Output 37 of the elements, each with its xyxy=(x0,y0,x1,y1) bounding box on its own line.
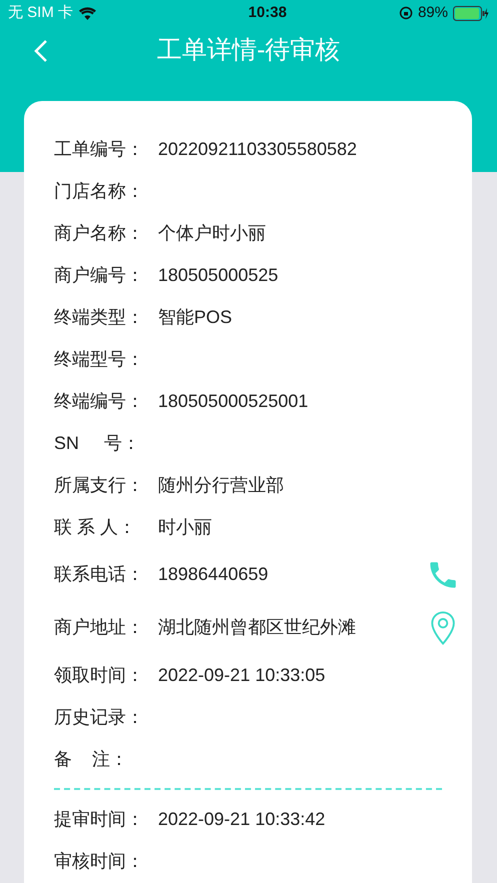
field-label: 联 系 人： xyxy=(54,516,138,538)
page-title: 工单详情-待审核 xyxy=(156,35,340,66)
field-label: 所属支行： xyxy=(54,474,145,496)
field-label: 终端类型： xyxy=(54,306,145,328)
field-label: 历史记录： xyxy=(54,706,145,728)
back-icon[interactable] xyxy=(34,39,48,63)
wifi-icon xyxy=(79,6,96,20)
clock-time: 10:38 xyxy=(248,2,287,23)
field-value: 20220921103305580582 xyxy=(158,138,358,160)
field-value: 2022-09-21 10:33:05 xyxy=(158,664,326,686)
field-value: 个体户时小丽 xyxy=(158,222,267,244)
field-value: 18986440659 xyxy=(158,563,270,586)
field-label: 商户编号： xyxy=(54,264,145,286)
field-label: 联系电话： xyxy=(54,563,145,586)
field-value: 湖北随州曾都区世纪外滩 xyxy=(158,616,357,639)
field-value: 180505000525 xyxy=(158,264,280,286)
field-label: 商户名称： xyxy=(54,222,145,244)
carrier-label: 无 SIM 卡 xyxy=(8,2,74,23)
field-label: 工单编号： xyxy=(54,138,145,160)
field-value: 2022-09-21 10:33:42 xyxy=(158,808,326,830)
field-value: 时小丽 xyxy=(158,516,213,538)
battery-icon xyxy=(452,6,489,20)
field-value: 随州分行营业部 xyxy=(158,474,285,496)
field-label: 终端型号： xyxy=(54,348,145,370)
location-pin-icon[interactable] xyxy=(428,610,458,646)
field-label: 提审时间： xyxy=(54,808,145,830)
rotation-lock-icon xyxy=(398,6,413,20)
field-label: 门店名称： xyxy=(54,180,145,202)
field-label: 备 注： xyxy=(54,748,130,770)
field-label: 审核时间： xyxy=(54,850,145,872)
battery-percent: 89% xyxy=(418,2,448,23)
field-value: 180505000525001 xyxy=(158,390,310,412)
field-label: 终端编号： xyxy=(54,390,145,412)
field-label: 领取时间： xyxy=(54,664,145,686)
field-label: 商户地址： xyxy=(54,616,145,639)
field-label: SN 号： xyxy=(54,432,142,454)
field-value: 智能POS xyxy=(158,306,234,328)
